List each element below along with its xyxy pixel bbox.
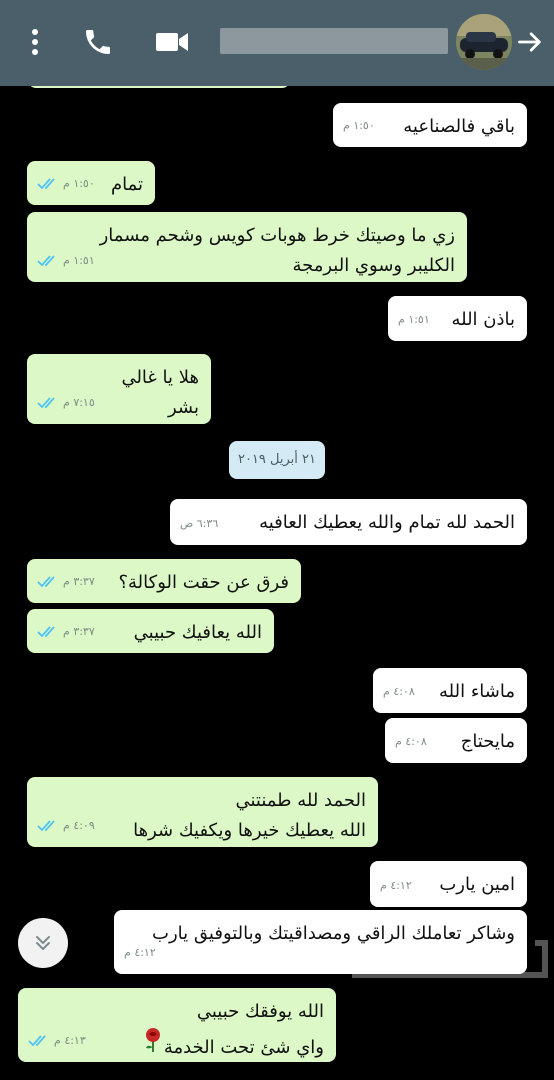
message-text: الحمد لله تمام والله يعطيك العافيه: [259, 512, 515, 533]
message-meta: ٤:٠٩ م: [37, 811, 95, 841]
message-bubble-incoming[interactable]: مايحتاج ٤:٠٨ م: [385, 718, 527, 763]
message-bubble-outgoing[interactable]: زي ما وصيتك خرط هوبات كويس وشحم مسمار ال…: [27, 212, 467, 282]
contact-avatar[interactable]: [456, 14, 512, 70]
date-separator: ٢١ أبريل ٢٠١٩: [229, 441, 325, 479]
arrow-right-icon[interactable]: [512, 22, 548, 62]
message-time: ١:٥٠ م: [343, 119, 375, 132]
message-bubble-incoming[interactable]: امين يارب ٤:١٢ م: [370, 861, 527, 907]
message-bubble-outgoing[interactable]: الله يعافيك حبيبي ٣:٣٧ م: [27, 609, 274, 653]
contact-name-redacted[interactable]: [220, 28, 448, 54]
chat-area[interactable]: باقي فالصناعيه ١:٥٠ م تمام ١:٥٠ م زي ما …: [0, 86, 554, 1080]
message-meta: ١:٥٠ م: [343, 111, 375, 141]
double-check-icon: [37, 576, 55, 588]
message-time: ٤:٠٨ م: [395, 735, 427, 748]
message-bubble-incoming[interactable]: ماشاء الله ٤:٠٨ م: [373, 668, 527, 713]
message-time: ٤:١٢ م: [380, 879, 412, 892]
message-bubble-outgoing[interactable]: فرق عن حقت الوكالة؟ ٣:٣٧ م: [27, 559, 301, 603]
rose-emoji-icon: [142, 1027, 164, 1063]
message-meta: ٦:٣٦ ص: [180, 509, 218, 539]
message-meta: ١:٥١ م: [398, 305, 430, 335]
scroll-down-button[interactable]: [18, 918, 68, 968]
message-meta: ٤:١٢ م: [124, 938, 156, 968]
double-check-icon: [37, 178, 55, 190]
message-bubble-outgoing[interactable]: هلا يا غالي بشر ٧:١٥ م: [27, 354, 211, 424]
message-time: ٤:١٣ م: [54, 1034, 86, 1047]
message-meta: ١:٥١ م: [37, 246, 95, 276]
chat-header: [0, 0, 554, 86]
message-meta: ٤:٠٨ م: [383, 677, 415, 707]
message-meta: ١:٥٠ م: [37, 169, 95, 199]
message-time: ١:٥١ م: [63, 254, 95, 267]
message-bubble-incoming[interactable]: باقي فالصناعيه ١:٥٠ م: [333, 103, 527, 147]
message-meta: ٤:١٣ م: [28, 1026, 86, 1056]
message-meta: ٧:١٥ م: [37, 388, 95, 418]
haraj-watermark-logo: [335, 935, 550, 985]
double-chevron-down-icon: [36, 936, 50, 951]
message-meta: ٤:١٢ م: [380, 871, 412, 901]
message-bubble-incoming[interactable]: الحمد لله تمام والله يعطيك العافيه ٦:٣٦ …: [170, 499, 527, 545]
message-bubble-outgoing[interactable]: الحمد لله طمنتني الله يعطيك خيرها ويكفيك…: [27, 777, 378, 847]
message-time: ٣:٣٧ م: [63, 625, 95, 638]
message-text: زي ما وصيتك خرط هوبات كويس وشحم مسمار ال…: [99, 225, 455, 276]
message-time: ٣:٣٧ م: [63, 575, 95, 588]
message-time: ٤:٠٨ م: [383, 685, 415, 698]
more-vert-icon[interactable]: [22, 22, 48, 62]
message-bubble-outgoing[interactable]: الله يوفقك حبيبي واي شئ تحت الخدمة ٤:١٣ …: [18, 988, 336, 1062]
double-check-icon: [37, 255, 55, 267]
phone-icon[interactable]: [78, 22, 118, 62]
message-meta: ٣:٣٧ م: [37, 617, 95, 647]
double-check-icon: [37, 397, 55, 409]
message-time: ٤:١٢ م: [124, 946, 156, 959]
message-time: ٤:٠٩ م: [63, 819, 95, 832]
message-meta: ٣:٣٧ م: [37, 567, 95, 597]
message-time: ٦:٣٦ ص: [180, 517, 219, 530]
message-time: ١:٥١ م: [398, 313, 430, 326]
double-check-icon: [37, 626, 55, 638]
double-check-icon: [37, 820, 55, 832]
message-meta: ٤:٠٨ م: [395, 727, 427, 757]
message-text-content: الله يوفقك حبيبي واي شئ تحت الخدمة: [163, 1001, 324, 1058]
message-bubble-outgoing[interactable]: تمام ١:٥٠ م: [27, 161, 155, 205]
message-bubble-incoming[interactable]: باذن الله ١:٥١ م: [388, 296, 527, 341]
message-time: ١:٥٠ م: [63, 177, 95, 190]
double-check-icon: [28, 1035, 46, 1047]
video-call-icon[interactable]: [150, 22, 194, 62]
message-bubble-partial: [28, 86, 290, 88]
message-time: ٧:١٥ م: [63, 396, 95, 409]
